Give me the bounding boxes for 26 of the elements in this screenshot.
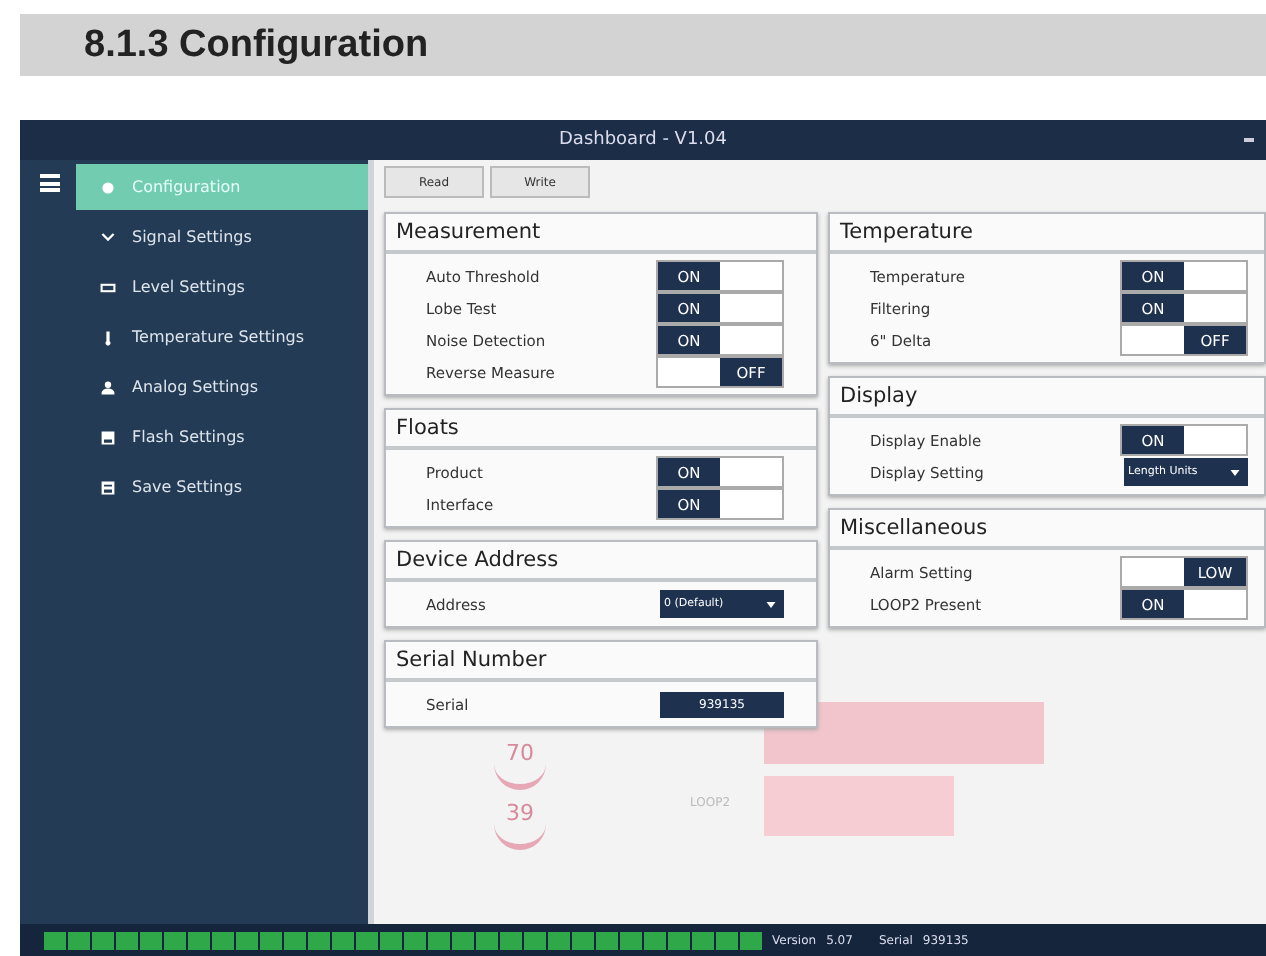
panel-title: Device Address — [386, 542, 816, 582]
panel-title: Display — [830, 378, 1264, 418]
panel-title: Measurement — [386, 214, 816, 254]
section-heading: 8.1.3 Configuration — [84, 23, 429, 67]
panel-title: Floats — [386, 410, 816, 450]
sidebar-item[interactable]: Save Settings — [76, 464, 368, 510]
window-title: Dashboard - V1.04 — [559, 130, 727, 150]
panel-title: Temperature — [830, 214, 1264, 254]
sidebar-item[interactable]: Level Settings — [76, 264, 368, 310]
gauge-value: 39 — [494, 800, 546, 850]
sidebar-item[interactable]: Temperature Settings — [76, 314, 368, 360]
panel-title: Miscellaneous — [830, 510, 1264, 550]
sidebar-item[interactable]: Flash Settings — [76, 414, 368, 460]
document-icon — [100, 479, 116, 495]
panel-title: Serial Number — [386, 642, 816, 682]
sidebar-item[interactable]: Analog Settings — [76, 364, 368, 410]
menu-icon[interactable] — [40, 174, 60, 192]
gauge-value: 70 — [494, 740, 546, 790]
chevron-icon — [100, 229, 116, 245]
person-icon — [100, 379, 116, 395]
caret-icon — [766, 601, 776, 607]
rectangle-icon — [100, 279, 116, 295]
floppy-icon — [100, 429, 116, 445]
sidebar-item[interactable]: Signal Settings — [76, 214, 368, 260]
caret-icon — [1230, 469, 1240, 475]
thermometer-icon — [100, 329, 116, 345]
